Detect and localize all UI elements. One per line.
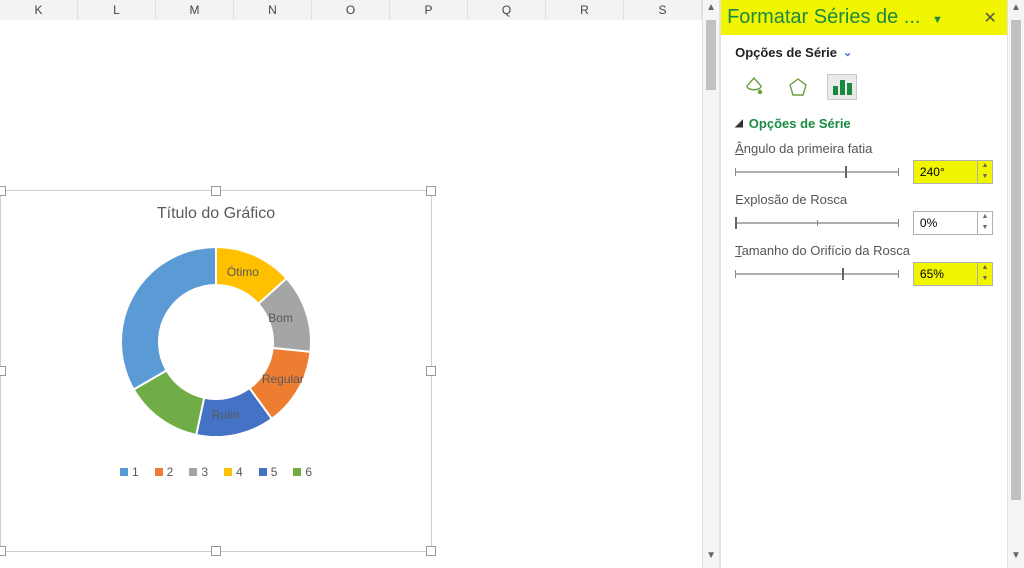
angle-slider[interactable] xyxy=(735,166,899,178)
scroll-down-icon[interactable]: ▼ xyxy=(1008,550,1024,566)
explosion-label: Explosão de Rosca xyxy=(735,192,993,211)
legend-label: 1 xyxy=(132,465,139,479)
legend-label: 5 xyxy=(271,465,278,479)
resize-handle[interactable] xyxy=(211,546,221,556)
resize-handle[interactable] xyxy=(211,186,221,196)
column-header[interactable]: S xyxy=(624,0,702,20)
series-options-label: Opções de Série xyxy=(749,116,851,131)
spin-up-icon[interactable]: ▲ xyxy=(978,263,992,274)
legend-swatch xyxy=(189,468,197,476)
chevron-down-icon: ⌄ xyxy=(843,46,852,59)
options-header[interactable]: Opções de Série ⌄ xyxy=(735,45,993,60)
scroll-thumb[interactable] xyxy=(1011,20,1021,500)
panel-titlebar: Formatar Séries de ... ▼ ✕ xyxy=(721,0,1007,35)
legend-swatch xyxy=(224,468,232,476)
spin-down-icon[interactable]: ▼ xyxy=(978,223,992,234)
legend-label: 4 xyxy=(236,465,243,479)
hole-label: amanho do Orifício da Rosca xyxy=(742,243,910,258)
legend-item[interactable]: 3 xyxy=(189,465,208,479)
column-header[interactable]: R xyxy=(546,0,624,20)
column-header[interactable]: O xyxy=(312,0,390,20)
angle-label: ngulo da primeira fatia xyxy=(744,141,873,156)
resize-handle[interactable] xyxy=(426,546,436,556)
legend-item[interactable]: 2 xyxy=(155,465,174,479)
explosion-slider[interactable] xyxy=(735,217,899,229)
legend-label: 2 xyxy=(167,465,174,479)
series-options-tab-icon[interactable] xyxy=(827,74,857,100)
resize-handle[interactable] xyxy=(0,366,6,376)
explosion-input[interactable]: 0% ▲▼ xyxy=(913,211,993,235)
spin-down-icon[interactable]: ▼ xyxy=(978,172,992,183)
doughnut-hole-field: Tamanho do Orifício da Rosca 65% ▲▼ xyxy=(735,237,993,288)
series-options-heading[interactable]: ◢ Opções de Série xyxy=(735,110,993,135)
scroll-up-icon[interactable]: ▲ xyxy=(703,2,719,18)
legend-swatch xyxy=(120,468,128,476)
chart-title[interactable]: Título do Gráfico xyxy=(1,191,431,229)
legend-label: 3 xyxy=(201,465,208,479)
column-header[interactable]: M xyxy=(156,0,234,20)
close-icon[interactable]: ✕ xyxy=(984,8,997,28)
legend-item[interactable]: 4 xyxy=(224,465,243,479)
legend-swatch xyxy=(293,468,301,476)
spin-up-icon[interactable]: ▲ xyxy=(978,212,992,223)
legend-label: 6 xyxy=(305,465,312,479)
column-header[interactable]: K xyxy=(0,0,78,20)
scroll-down-icon[interactable]: ▼ xyxy=(703,550,719,566)
column-header[interactable]: P xyxy=(390,0,468,20)
segment-label: Regular xyxy=(262,372,304,386)
scroll-thumb[interactable] xyxy=(706,20,716,90)
format-series-panel: Formatar Séries de ... ▼ ✕ Opções de Sér… xyxy=(720,0,1007,568)
hole-input[interactable]: 65% ▲▼ xyxy=(913,262,993,286)
options-header-label: Opções de Série xyxy=(735,45,837,60)
spin-down-icon[interactable]: ▼ xyxy=(978,274,992,285)
column-header[interactable]: N xyxy=(234,0,312,20)
first-slice-angle-field: Ângulo da primeira fatia 240° ▲▼ xyxy=(735,135,993,186)
grid[interactable]: Título do Gráfico Ótimo Bom Regular Ruim 1 2… xyxy=(0,20,702,568)
panel-title-text: Formatar Séries de ... xyxy=(727,6,920,28)
chevron-down-icon[interactable]: ▼ xyxy=(926,14,949,26)
chart-legend[interactable]: 1 2 3 4 5 6 xyxy=(1,465,431,479)
column-header[interactable]: Q xyxy=(468,0,546,20)
chart-object[interactable]: Título do Gráfico Ótimo Bom Regular Ruim 1 2… xyxy=(0,190,432,552)
fill-line-tab-icon[interactable] xyxy=(739,74,769,100)
resize-handle[interactable] xyxy=(0,546,6,556)
donut-segment[interactable] xyxy=(121,247,216,390)
worksheet-area[interactable]: KLMNOPQRS Título do Gráfico Ótimo Bom Regu… xyxy=(0,0,702,568)
segment-label: Bom xyxy=(268,311,293,325)
sheet-vertical-scrollbar[interactable]: ▲ ▼ xyxy=(702,0,720,568)
legend-item[interactable]: 1 xyxy=(120,465,139,479)
segment-label: Ótimo xyxy=(227,265,259,279)
legend-item[interactable]: 5 xyxy=(259,465,278,479)
doughnut-explosion-field: Explosão de Rosca 0% ▲▼ xyxy=(735,186,993,237)
scroll-up-icon[interactable]: ▲ xyxy=(1008,2,1024,18)
legend-item[interactable]: 6 xyxy=(293,465,312,479)
effects-tab-icon[interactable] xyxy=(783,74,813,100)
legend-swatch xyxy=(155,468,163,476)
resize-handle[interactable] xyxy=(426,186,436,196)
angle-input[interactable]: 240° ▲▼ xyxy=(913,160,993,184)
column-header[interactable]: L xyxy=(78,0,156,20)
collapse-triangle-icon: ◢ xyxy=(735,118,743,129)
segment-label: Ruim xyxy=(212,408,240,422)
column-headers: KLMNOPQRS xyxy=(0,0,702,21)
hole-slider[interactable] xyxy=(735,268,899,280)
spin-up-icon[interactable]: ▲ xyxy=(978,161,992,172)
panel-vertical-scrollbar[interactable]: ▲ ▼ xyxy=(1007,0,1024,568)
resize-handle[interactable] xyxy=(0,186,6,196)
panel-title: Formatar Séries de ... ▼ xyxy=(727,6,983,29)
resize-handle[interactable] xyxy=(426,366,436,376)
legend-swatch xyxy=(259,468,267,476)
donut-chart[interactable]: Ótimo Bom Regular Ruim xyxy=(111,237,321,447)
